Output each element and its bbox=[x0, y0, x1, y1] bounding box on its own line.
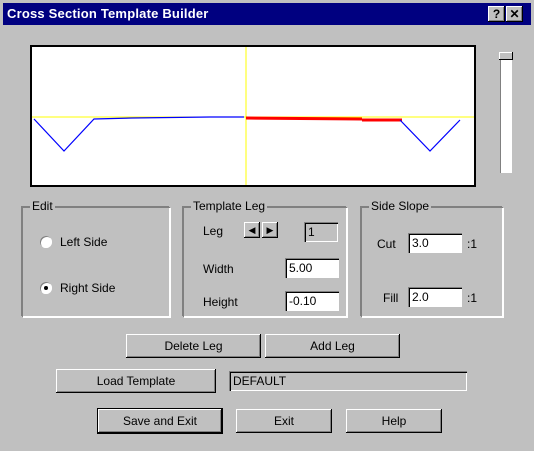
leg-label: Leg bbox=[203, 224, 224, 238]
close-icon[interactable]: ✕ bbox=[506, 6, 523, 22]
cut-input[interactable]: 3.0 bbox=[408, 233, 462, 253]
cut-ratio-suffix: :1 bbox=[467, 237, 478, 251]
cut-label: Cut bbox=[377, 237, 396, 251]
side-slope-legend: Side Slope bbox=[369, 199, 432, 213]
fill-input[interactable]: 2.0 bbox=[408, 287, 462, 307]
load-template-button[interactable]: Load Template bbox=[56, 369, 216, 393]
height-label: Height bbox=[203, 295, 238, 309]
add-leg-button[interactable]: Add Leg bbox=[265, 334, 400, 358]
height-input[interactable]: -0.10 bbox=[285, 291, 339, 311]
vertical-slider[interactable] bbox=[499, 52, 513, 173]
width-label: Width bbox=[203, 262, 234, 276]
template-leg-group: Template Leg Leg ◀ ▶ 1 Width 5.00 Height… bbox=[183, 199, 347, 317]
delete-leg-button[interactable]: Delete Leg bbox=[126, 334, 261, 358]
left-side-profile bbox=[33, 116, 244, 152]
slider-thumb[interactable] bbox=[499, 52, 513, 60]
right-side-label[interactable]: Right Side bbox=[60, 281, 115, 295]
leg-prev-icon[interactable]: ◀ bbox=[244, 222, 260, 238]
right-side-slope bbox=[399, 119, 461, 152]
leg-number-field: 1 bbox=[304, 222, 338, 242]
left-side-radio[interactable] bbox=[40, 236, 52, 248]
side-slope-group: Side Slope Cut 3.0 :1 Fill 2.0 :1 bbox=[361, 199, 503, 317]
fill-ratio-suffix: :1 bbox=[467, 291, 478, 305]
dialog-window: Cross Section Template Builder ? ✕ Edit … bbox=[0, 0, 534, 451]
right-side-profile-active bbox=[245, 116, 363, 121]
help-button[interactable]: Help bbox=[346, 409, 442, 433]
edit-group: Edit Left Side Right Side bbox=[22, 199, 170, 317]
edit-group-legend: Edit bbox=[30, 199, 55, 213]
right-side-radio[interactable] bbox=[40, 282, 52, 294]
help-icon[interactable]: ? bbox=[488, 6, 505, 22]
title-bar: Cross Section Template Builder ? ✕ bbox=[3, 3, 531, 25]
template-name-field: DEFAULT bbox=[229, 371, 467, 391]
cross-section-canvas bbox=[32, 47, 474, 185]
fill-label: Fill bbox=[383, 291, 399, 305]
save-and-exit-button[interactable]: Save and Exit bbox=[98, 409, 222, 433]
width-input[interactable]: 5.00 bbox=[285, 258, 339, 278]
cross-section-preview bbox=[30, 45, 476, 187]
left-side-label[interactable]: Left Side bbox=[60, 235, 107, 249]
radio-selected-dot bbox=[44, 286, 48, 290]
leg-next-icon[interactable]: ▶ bbox=[262, 222, 278, 238]
exit-button[interactable]: Exit bbox=[236, 409, 332, 433]
window-title: Cross Section Template Builder bbox=[7, 6, 209, 21]
template-leg-legend: Template Leg bbox=[191, 199, 268, 213]
